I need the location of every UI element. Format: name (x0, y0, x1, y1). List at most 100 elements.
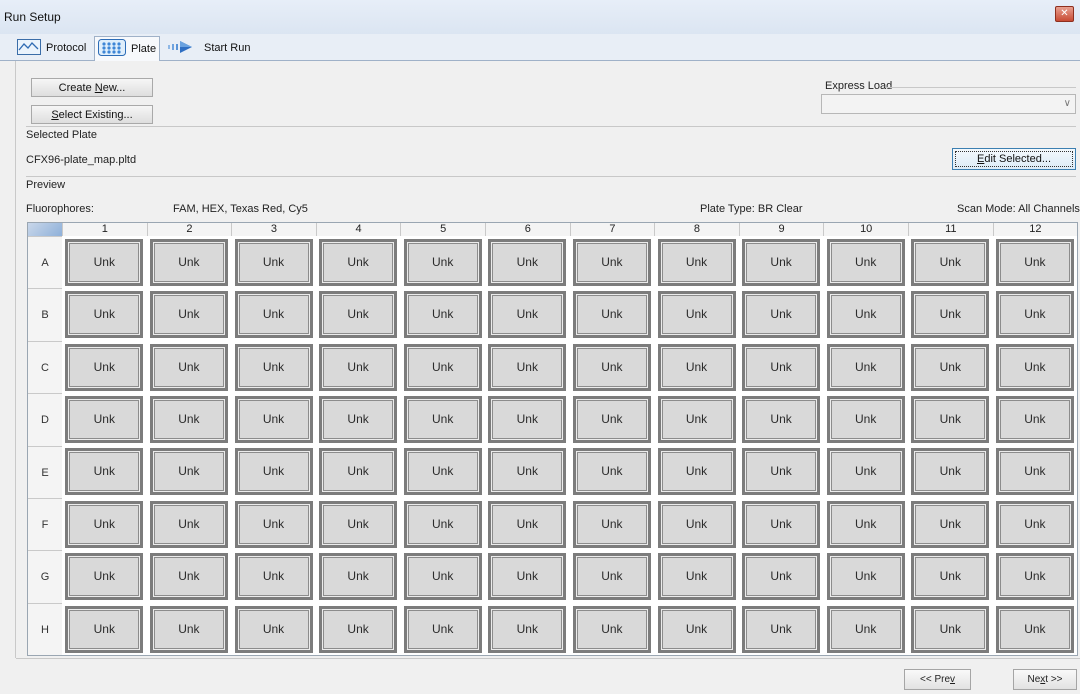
row-header-H[interactable]: H (28, 602, 62, 656)
well-B3[interactable]: Unk (234, 291, 313, 339)
well-A6[interactable]: Unk (488, 238, 567, 286)
well-D5[interactable]: Unk (403, 395, 482, 443)
well-F5[interactable]: Unk (403, 500, 482, 548)
well-D9[interactable]: Unk (742, 395, 821, 443)
well-B5[interactable]: Unk (403, 291, 482, 339)
column-header-4[interactable]: 4 (315, 223, 401, 236)
well-B9[interactable]: Unk (742, 291, 821, 339)
well-B6[interactable]: Unk (488, 291, 567, 339)
column-header-3[interactable]: 3 (231, 223, 316, 236)
well-E9[interactable]: Unk (742, 448, 821, 496)
well-F11[interactable]: Unk (911, 500, 990, 548)
well-D7[interactable]: Unk (572, 395, 651, 443)
well-D4[interactable]: Unk (319, 395, 398, 443)
well-G10[interactable]: Unk (826, 553, 905, 601)
row-header-B[interactable]: B (28, 288, 62, 341)
row-header-C[interactable]: C (28, 340, 62, 394)
well-G3[interactable]: Unk (234, 553, 313, 601)
edit-selected-button[interactable]: Edit Selected... (952, 148, 1076, 170)
well-C10[interactable]: Unk (826, 343, 905, 391)
well-B12[interactable]: Unk (995, 291, 1074, 339)
well-H6[interactable]: Unk (488, 605, 567, 653)
well-D2[interactable]: Unk (149, 395, 228, 443)
create-new-button[interactable]: Create New... (31, 78, 153, 97)
well-D6[interactable]: Unk (488, 395, 567, 443)
well-F7[interactable]: Unk (572, 500, 651, 548)
column-header-8[interactable]: 8 (654, 223, 739, 236)
well-E12[interactable]: Unk (995, 448, 1074, 496)
well-E1[interactable]: Unk (65, 448, 144, 496)
well-G9[interactable]: Unk (742, 553, 821, 601)
well-A11[interactable]: Unk (911, 238, 990, 286)
row-header-F[interactable]: F (28, 498, 62, 551)
column-header-6[interactable]: 6 (485, 223, 570, 236)
well-H3[interactable]: Unk (234, 605, 313, 653)
well-E2[interactable]: Unk (149, 448, 228, 496)
well-F2[interactable]: Unk (149, 500, 228, 548)
row-header-A[interactable]: A (28, 236, 62, 289)
well-E6[interactable]: Unk (488, 448, 567, 496)
column-header-5[interactable]: 5 (400, 223, 485, 236)
well-H4[interactable]: Unk (319, 605, 398, 653)
well-A5[interactable]: Unk (403, 238, 482, 286)
column-header-12[interactable]: 12 (992, 223, 1078, 236)
well-D1[interactable]: Unk (65, 395, 144, 443)
well-H12[interactable]: Unk (995, 605, 1074, 653)
well-H10[interactable]: Unk (826, 605, 905, 653)
express-load-dropdown[interactable]: ∨ (821, 94, 1076, 114)
well-F4[interactable]: Unk (319, 500, 398, 548)
well-F12[interactable]: Unk (995, 500, 1074, 548)
well-C1[interactable]: Unk (65, 343, 144, 391)
row-header-E[interactable]: E (28, 445, 62, 498)
next-button[interactable]: Next >> (1013, 669, 1077, 690)
well-D11[interactable]: Unk (911, 395, 990, 443)
well-E4[interactable]: Unk (319, 448, 398, 496)
row-header-D[interactable]: D (28, 393, 62, 446)
well-H2[interactable]: Unk (149, 605, 228, 653)
well-A3[interactable]: Unk (234, 238, 313, 286)
well-D12[interactable]: Unk (995, 395, 1074, 443)
well-G11[interactable]: Unk (911, 553, 990, 601)
tab-plate[interactable]: Plate (94, 36, 161, 61)
well-G5[interactable]: Unk (403, 553, 482, 601)
well-C3[interactable]: Unk (234, 343, 313, 391)
well-F8[interactable]: Unk (657, 500, 736, 548)
column-header-2[interactable]: 2 (146, 223, 232, 236)
well-C6[interactable]: Unk (488, 343, 567, 391)
well-F1[interactable]: Unk (65, 500, 144, 548)
row-header-G[interactable]: G (28, 550, 62, 603)
column-header-9[interactable]: 9 (738, 223, 824, 236)
well-A9[interactable]: Unk (742, 238, 821, 286)
well-C4[interactable]: Unk (319, 343, 398, 391)
well-E5[interactable]: Unk (403, 448, 482, 496)
column-header-11[interactable]: 11 (908, 223, 993, 236)
well-E3[interactable]: Unk (234, 448, 313, 496)
well-C12[interactable]: Unk (995, 343, 1074, 391)
well-E11[interactable]: Unk (911, 448, 990, 496)
well-E10[interactable]: Unk (826, 448, 905, 496)
well-G6[interactable]: Unk (488, 553, 567, 601)
well-H8[interactable]: Unk (657, 605, 736, 653)
well-G12[interactable]: Unk (995, 553, 1074, 601)
well-B11[interactable]: Unk (911, 291, 990, 339)
well-A10[interactable]: Unk (826, 238, 905, 286)
well-H1[interactable]: Unk (65, 605, 144, 653)
well-A12[interactable]: Unk (995, 238, 1074, 286)
prev-button[interactable]: << Prev (904, 669, 971, 690)
well-A2[interactable]: Unk (149, 238, 228, 286)
well-B2[interactable]: Unk (149, 291, 228, 339)
column-header-7[interactable]: 7 (569, 223, 655, 236)
well-A7[interactable]: Unk (572, 238, 651, 286)
well-G7[interactable]: Unk (572, 553, 651, 601)
well-B4[interactable]: Unk (319, 291, 398, 339)
well-A1[interactable]: Unk (65, 238, 144, 286)
tab-start-run[interactable]: Start Run (164, 38, 253, 58)
well-E8[interactable]: Unk (657, 448, 736, 496)
well-B7[interactable]: Unk (572, 291, 651, 339)
well-H11[interactable]: Unk (911, 605, 990, 653)
well-B1[interactable]: Unk (65, 291, 144, 339)
well-B10[interactable]: Unk (826, 291, 905, 339)
well-G2[interactable]: Unk (149, 553, 228, 601)
well-B8[interactable]: Unk (657, 291, 736, 339)
well-C7[interactable]: Unk (572, 343, 651, 391)
